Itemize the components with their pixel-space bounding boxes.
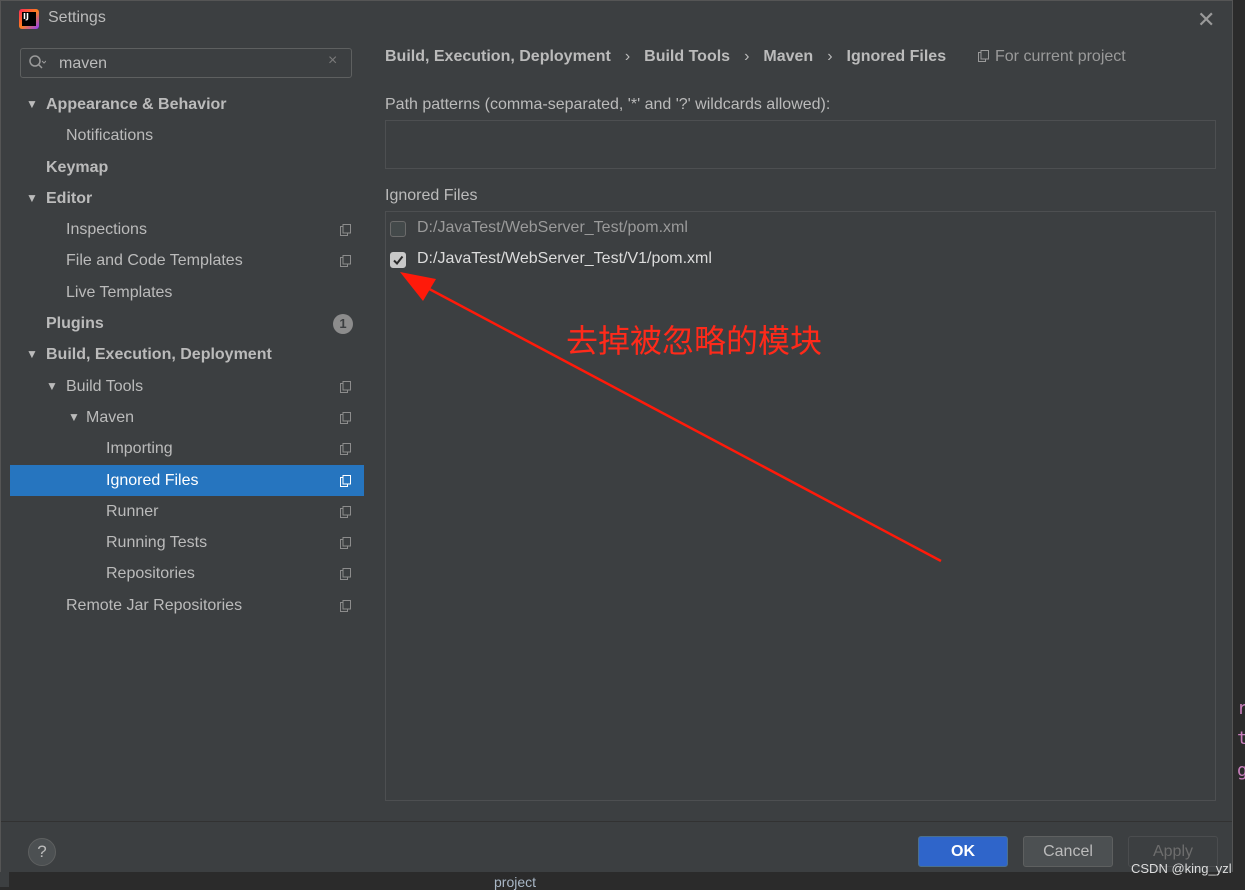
annotation-arrow-icon bbox=[400, 272, 942, 563]
annotation-text: 去掉被忽略的模块 bbox=[566, 322, 823, 360]
watermark: CSDN @king_yzl bbox=[1131, 861, 1232, 876]
